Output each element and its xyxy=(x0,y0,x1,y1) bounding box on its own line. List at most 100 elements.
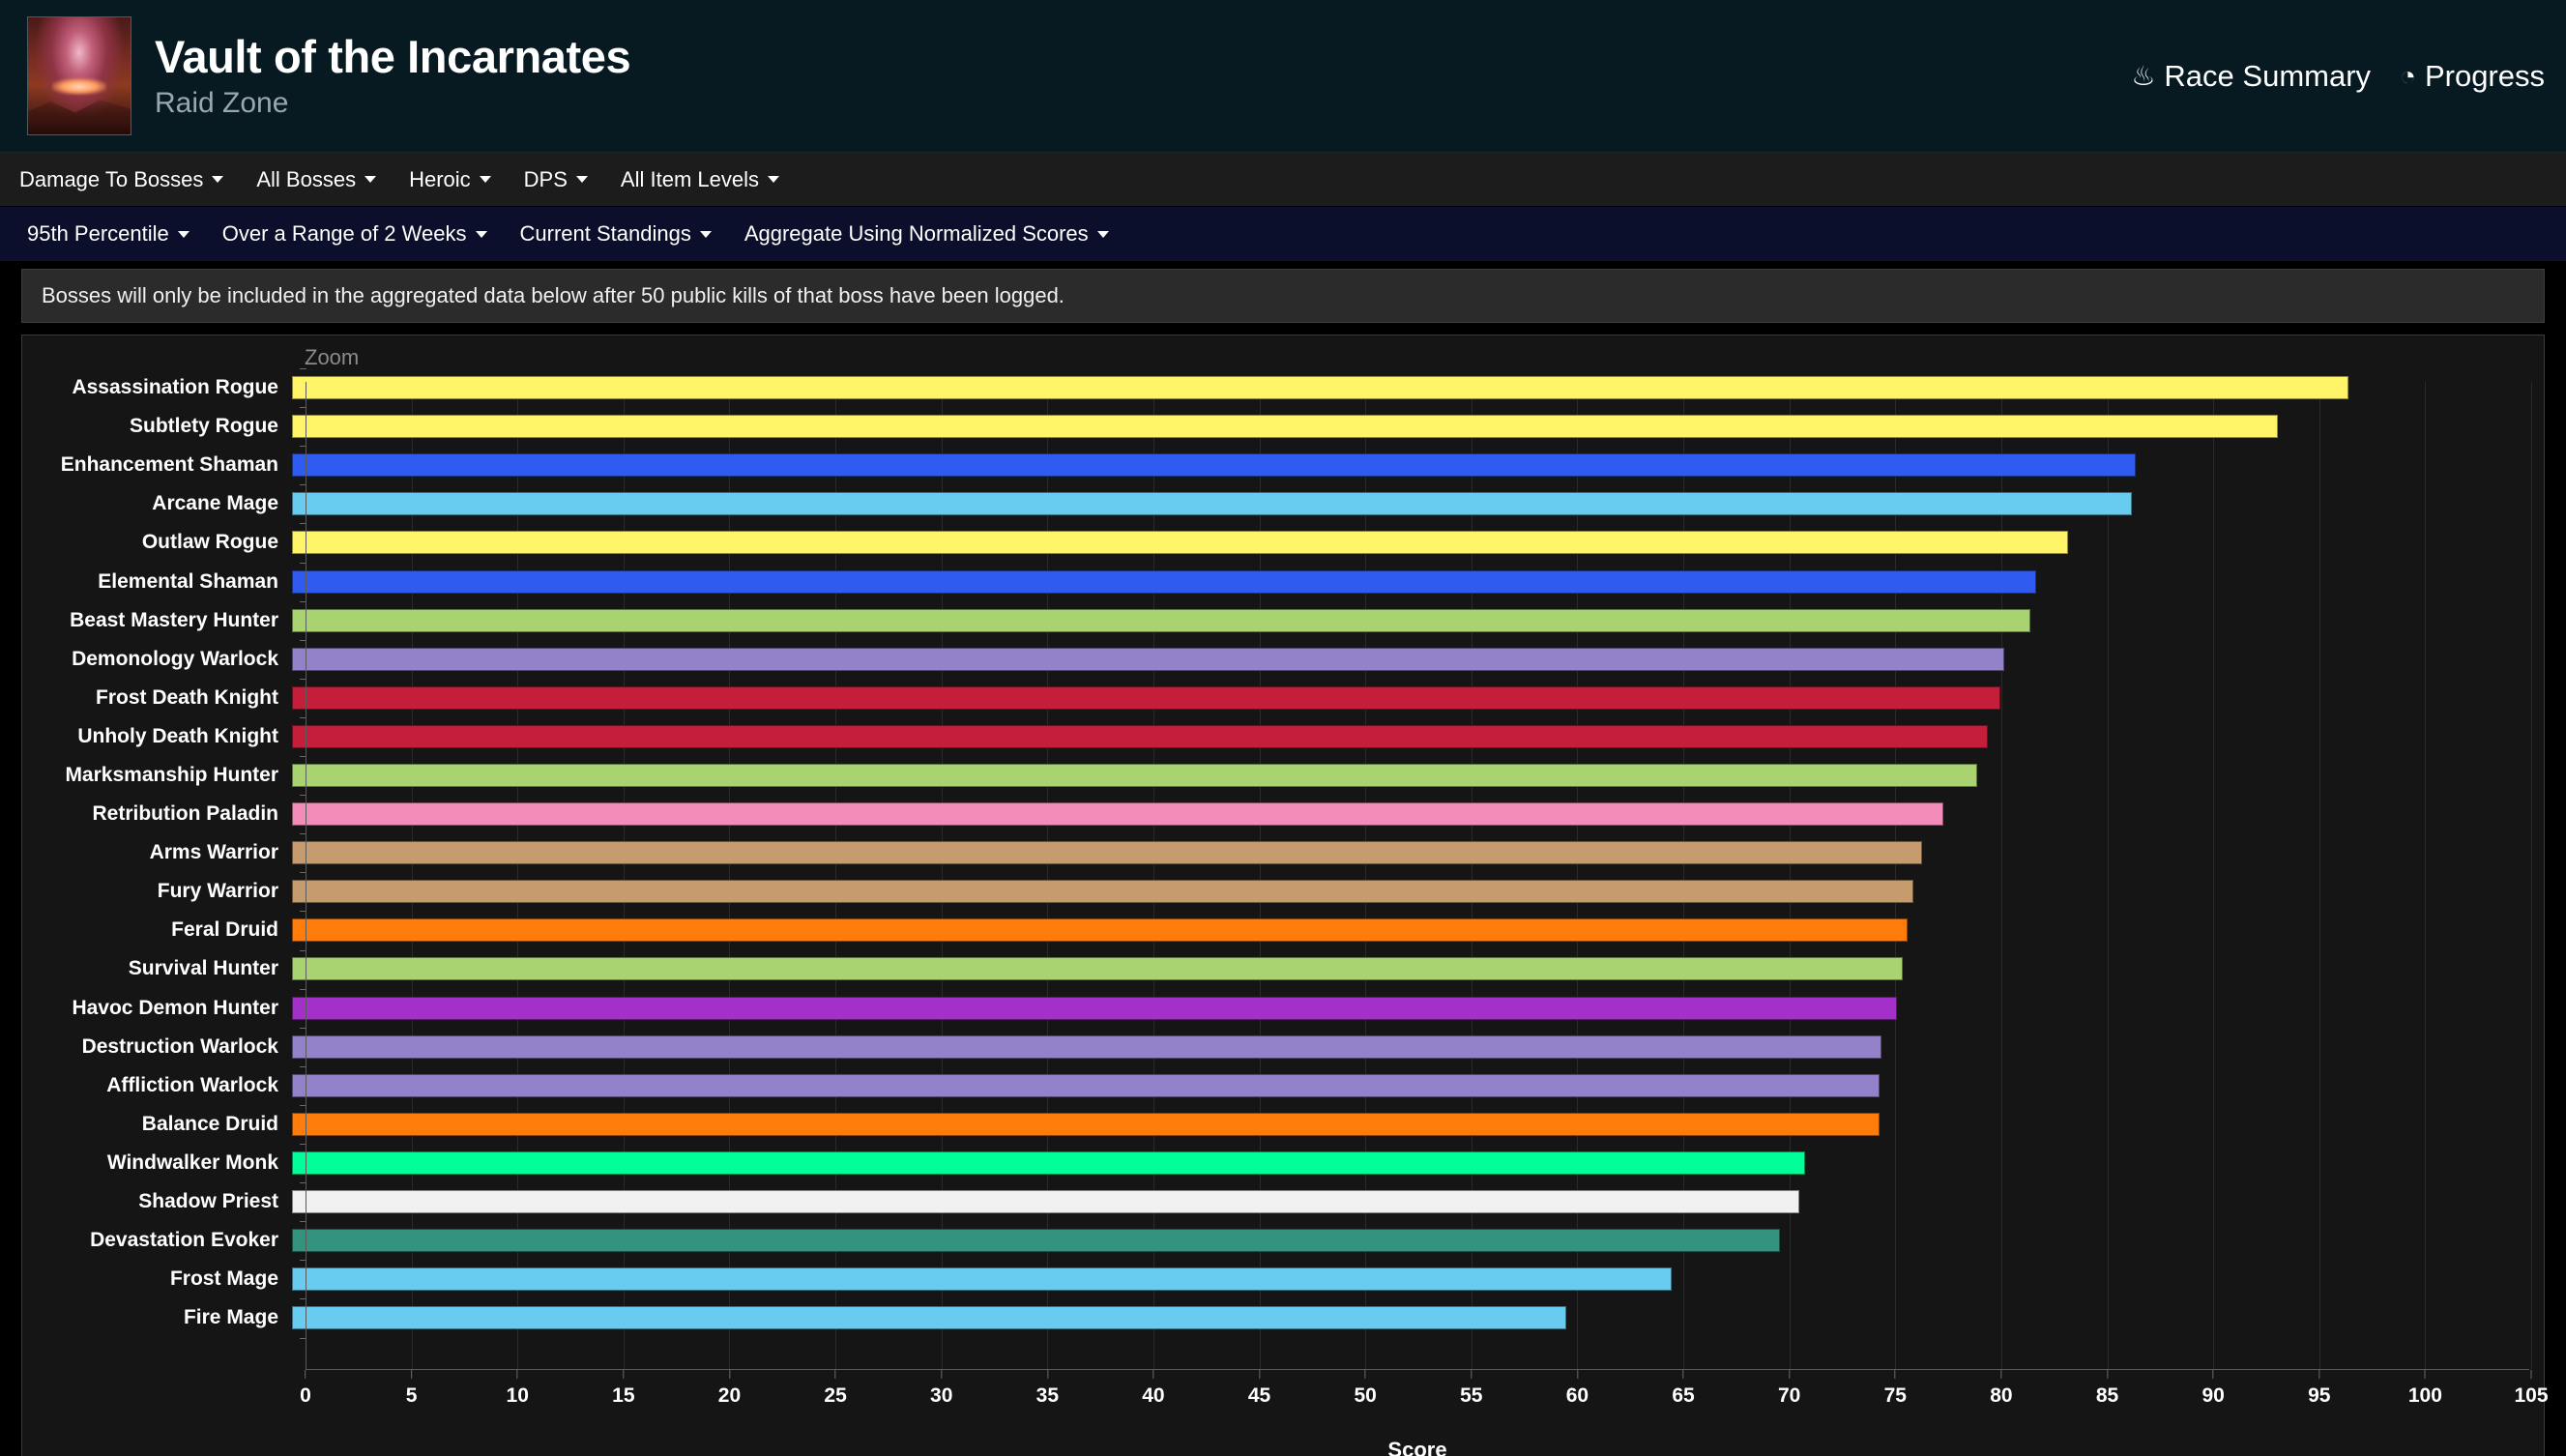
chart-row-label: Demonology Warlock xyxy=(22,648,292,671)
chevron-down-icon xyxy=(576,176,588,183)
chart-row-label: Frost Mage xyxy=(22,1267,292,1291)
chart-row[interactable]: Frost Mage xyxy=(22,1260,2544,1298)
nav-race-summary-label: Race Summary xyxy=(2164,59,2371,94)
filter-metric[interactable]: DPS xyxy=(524,167,588,192)
chart-row[interactable]: Arcane Mage xyxy=(22,484,2544,523)
chart-bar[interactable] xyxy=(292,648,2004,671)
filter-time-range-label: Over a Range of 2 Weeks xyxy=(222,221,467,247)
filter-damage-to-bosses-label: Damage To Bosses xyxy=(19,167,203,192)
chart-x-tick-mark xyxy=(1047,1370,1048,1379)
chart-row[interactable]: Beast Mastery Hunter xyxy=(22,601,2544,640)
chart-bar[interactable] xyxy=(292,957,1903,980)
chart-row[interactable]: Arms Warrior xyxy=(22,833,2544,872)
chart-bar[interactable] xyxy=(292,1074,1880,1097)
chart-row[interactable]: Balance Druid xyxy=(22,1105,2544,1144)
chart-bar[interactable] xyxy=(292,1267,1672,1291)
chart-row[interactable]: Assassination Rogue xyxy=(22,368,2544,407)
chart-bar[interactable] xyxy=(292,376,2348,399)
chart-bar[interactable] xyxy=(292,1151,1805,1175)
chart-row-label: Feral Druid xyxy=(22,918,292,942)
chart-row[interactable]: Elemental Shaman xyxy=(22,562,2544,600)
filter-item-levels[interactable]: All Item Levels xyxy=(621,167,779,192)
chevron-down-icon xyxy=(364,176,376,183)
filter-all-bosses[interactable]: All Bosses xyxy=(256,167,376,192)
nav-progress[interactable]: ◔ Progress xyxy=(2400,59,2545,94)
chart-row[interactable]: Unholy Death Knight xyxy=(22,717,2544,756)
chart-x-tick-mark xyxy=(835,1370,836,1379)
chart-row[interactable]: Destruction Warlock xyxy=(22,1028,2544,1066)
chart-bar[interactable] xyxy=(292,609,2030,632)
filter-metric-label: DPS xyxy=(524,167,568,192)
header-nav: ♨ Race Summary ◔ Progress xyxy=(2131,59,2545,94)
chart-bar[interactable] xyxy=(292,1035,1881,1059)
chart-row-label: Shadow Priest xyxy=(22,1190,292,1213)
chart-bar[interactable] xyxy=(292,841,1922,864)
chart-row[interactable]: Havoc Demon Hunter xyxy=(22,989,2544,1028)
chart-bar[interactable] xyxy=(292,997,1897,1020)
chart-row-track xyxy=(292,1144,2544,1182)
chart-bar[interactable] xyxy=(292,686,2000,710)
chart-row-track xyxy=(292,368,2544,407)
chart-row[interactable]: Devastation Evoker xyxy=(22,1221,2544,1260)
chart-bar[interactable] xyxy=(292,415,2278,438)
chart-bar[interactable] xyxy=(292,1190,1799,1213)
chart-row[interactable]: Feral Druid xyxy=(22,911,2544,949)
chart-bar[interactable] xyxy=(292,492,2132,515)
chevron-down-icon xyxy=(476,231,487,238)
chart-x-tick: 50 xyxy=(1355,1370,1377,1408)
filter-damage-to-bosses[interactable]: Damage To Bosses xyxy=(19,167,223,192)
chart-row-label: Frost Death Knight xyxy=(22,686,292,710)
chart-x-tick: 55 xyxy=(1460,1370,1482,1408)
page-title: Vault of the Incarnates xyxy=(155,33,630,80)
chart-bar[interactable] xyxy=(292,531,2068,554)
filter-percentile[interactable]: 95th Percentile xyxy=(27,221,190,247)
chart-row[interactable]: Retribution Paladin xyxy=(22,795,2544,833)
chart-bar[interactable] xyxy=(292,453,2136,477)
chart-bar[interactable] xyxy=(292,1306,1566,1329)
chart-x-tick-label: 0 xyxy=(300,1384,311,1408)
chart-row[interactable]: Fire Mage xyxy=(22,1298,2544,1337)
filter-difficulty[interactable]: Heroic xyxy=(409,167,491,192)
chevron-down-icon xyxy=(178,231,190,238)
chart-bar[interactable] xyxy=(292,802,1943,826)
filter-aggregation[interactable]: Aggregate Using Normalized Scores xyxy=(744,221,1109,247)
chart-row[interactable]: Demonology Warlock xyxy=(22,640,2544,679)
chart-bar[interactable] xyxy=(292,570,2036,594)
chart-x-tick: 25 xyxy=(824,1370,846,1408)
chart-bar[interactable] xyxy=(292,880,1913,903)
chart-x-tick-mark xyxy=(623,1370,624,1379)
chart-zoom-label[interactable]: Zoom xyxy=(305,345,359,370)
chart-row[interactable]: Survival Hunter xyxy=(22,949,2544,988)
chevron-down-icon xyxy=(768,176,779,183)
chart-bar[interactable] xyxy=(292,764,1977,787)
chart-row-track xyxy=(292,679,2544,717)
chart-x-tick-label: 15 xyxy=(612,1384,634,1408)
chart-row-label: Windwalker Monk xyxy=(22,1151,292,1175)
filter-aggregation-label: Aggregate Using Normalized Scores xyxy=(744,221,1089,247)
chart-x-tick: 10 xyxy=(507,1370,529,1408)
chart-x-tick-mark xyxy=(941,1370,942,1379)
chart-row[interactable]: Subtlety Rogue xyxy=(22,407,2544,446)
chart-row-label: Devastation Evoker xyxy=(22,1229,292,1252)
chart-row-track xyxy=(292,1182,2544,1221)
chart-bar[interactable] xyxy=(292,1113,1880,1136)
chart-row[interactable]: Shadow Priest xyxy=(22,1182,2544,1221)
chart-row-track xyxy=(292,1221,2544,1260)
chart-x-tick-label: 70 xyxy=(1778,1384,1800,1408)
chart-row-label: Affliction Warlock xyxy=(22,1074,292,1097)
chart-row[interactable]: Fury Warrior xyxy=(22,872,2544,911)
chart-row[interactable]: Frost Death Knight xyxy=(22,679,2544,717)
filter-standings[interactable]: Current Standings xyxy=(520,221,712,247)
chart-row[interactable]: Outlaw Rogue xyxy=(22,523,2544,562)
nav-race-summary[interactable]: ♨ Race Summary xyxy=(2131,59,2371,94)
chart-bar[interactable] xyxy=(292,918,1908,942)
chart-row[interactable]: Enhancement Shaman xyxy=(22,446,2544,484)
chart-bar[interactable] xyxy=(292,725,1988,748)
chart-row[interactable]: Windwalker Monk xyxy=(22,1144,2544,1182)
chart-row[interactable]: Affliction Warlock xyxy=(22,1066,2544,1105)
page-subtitle: Raid Zone xyxy=(155,87,630,119)
chart-bar[interactable] xyxy=(292,1229,1780,1252)
runner-icon: ♨ xyxy=(2131,63,2155,90)
chart-row[interactable]: Marksmanship Hunter xyxy=(22,756,2544,795)
filter-time-range[interactable]: Over a Range of 2 Weeks xyxy=(222,221,487,247)
